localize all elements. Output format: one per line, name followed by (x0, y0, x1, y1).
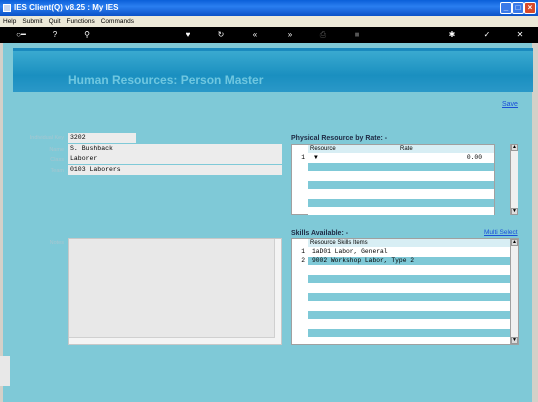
class-label: Class (50, 157, 64, 163)
col-rate-header: Rate (400, 146, 413, 152)
skills-grid-header: Resource Skills Items (308, 239, 510, 247)
key-icon[interactable]: ○━ (12, 30, 30, 40)
notes-vertical-scrollbar[interactable] (274, 239, 281, 344)
list-item[interactable] (308, 266, 510, 274)
individual-key-field[interactable]: 3202 (68, 133, 136, 143)
header-band: Human Resources: Person Master (13, 48, 533, 92)
list-item[interactable] (308, 293, 510, 301)
table-row[interactable] (308, 199, 494, 207)
stop-icon[interactable]: ■ (352, 30, 362, 40)
close-window-button[interactable]: × (524, 2, 536, 14)
notes-horizontal-scrollbar[interactable] (69, 337, 275, 344)
close-icon[interactable]: ✕ (515, 30, 525, 40)
pin-icon[interactable]: ✱ (447, 30, 457, 40)
search-icon[interactable]: ⚲ (82, 30, 92, 40)
rate-value[interactable]: 0.00 (467, 154, 482, 162)
app-icon (3, 4, 11, 12)
refresh-icon[interactable]: ↻ (216, 30, 226, 40)
window-title: IES Client(Q) v8.25 : My IES (14, 3, 119, 12)
table-row[interactable] (308, 181, 494, 189)
notes-label: Notes (49, 240, 64, 246)
notes-textarea[interactable] (68, 238, 282, 345)
list-item[interactable] (308, 275, 510, 283)
main-content: Human Resources: Person Master Save Indi… (3, 43, 533, 402)
row-number: 1 (301, 248, 305, 255)
list-item[interactable] (308, 284, 510, 292)
menu-quit[interactable]: Quit (46, 16, 64, 27)
skills-grid: Resource Skills Items 1 1aD01 Labor, Gen… (291, 238, 519, 345)
menu-submit[interactable]: Submit (19, 16, 45, 27)
scroll-up-icon[interactable]: ▲ (511, 144, 518, 151)
table-row[interactable] (308, 207, 494, 215)
scroll-down-icon[interactable]: ▼ (511, 208, 518, 215)
physical-resource-title: Physical Resource by Rate: - (291, 135, 388, 142)
skill-text: 1aD01 Labor, General (312, 248, 388, 255)
row-number: 2 (301, 257, 305, 264)
table-row[interactable]: ▼ 0.00 (308, 154, 494, 162)
col-skills-header: Resource Skills Items (310, 240, 368, 246)
physical-grid-header: Resource Rate (308, 145, 494, 153)
last-icon[interactable]: » (285, 30, 295, 40)
list-item[interactable]: 9002 Workshop Labor, Type 2 (308, 257, 510, 265)
row-number: 1 (301, 154, 305, 161)
multi-select-link[interactable]: Multi Select (484, 229, 518, 236)
table-row[interactable] (308, 190, 494, 198)
page-title: Human Resources: Person Master (68, 73, 264, 87)
menu-commands[interactable]: Commands (98, 16, 137, 27)
skills-grid-scrollbar[interactable]: ▲ ▼ (510, 239, 518, 344)
name-label: Name (49, 147, 64, 153)
window-titlebar: IES Client(Q) v8.25 : My IES _ □ × (0, 0, 538, 16)
toolbar: ○━ ? ⚲ ♥ ↻ « » ⎙ ■ ✱ ✓ ✕ (0, 27, 538, 43)
team-field[interactable]: 0103 Laborers (68, 165, 282, 175)
physical-grid-scrollbar[interactable]: ▲ ▼ (510, 144, 518, 215)
maximize-button[interactable]: □ (512, 2, 524, 14)
list-item[interactable] (308, 302, 510, 310)
menu-functions[interactable]: Functions (64, 16, 98, 27)
menu-help[interactable]: Help (0, 16, 19, 27)
table-row[interactable] (308, 172, 494, 180)
list-item[interactable] (308, 320, 510, 328)
list-item[interactable] (308, 311, 510, 319)
scroll-up-icon[interactable]: ▲ (511, 239, 518, 246)
individual-key-label: Individual Key (29, 135, 64, 141)
name-field[interactable]: S. Bushback (68, 144, 282, 154)
class-field[interactable]: Laborer (68, 154, 282, 164)
minimize-button[interactable]: _ (500, 2, 512, 14)
resource-dropdown-icon[interactable]: ▼ (314, 154, 318, 162)
scroll-down-icon[interactable]: ▼ (511, 337, 518, 344)
help-icon[interactable]: ? (50, 30, 60, 40)
table-row[interactable] (308, 163, 494, 171)
col-resource-header: Resource (310, 146, 336, 152)
first-icon[interactable]: « (250, 30, 260, 40)
skills-available-title: Skills Available: - (291, 230, 349, 237)
save-link[interactable]: Save (502, 101, 518, 108)
print-icon[interactable]: ⎙ (318, 30, 328, 40)
check-icon[interactable]: ✓ (482, 30, 492, 40)
menu-bar: Help Submit Quit Functions Commands (0, 16, 538, 27)
list-item[interactable]: 1aD01 Labor, General (308, 248, 510, 256)
skill-text: 9002 Workshop Labor, Type 2 (312, 257, 415, 264)
favorite-icon[interactable]: ♥ (183, 30, 193, 40)
team-label: Team (50, 168, 64, 174)
list-item[interactable] (308, 329, 510, 337)
physical-resource-grid: Resource Rate 1 ▼ 0.00 (291, 144, 495, 215)
side-strip (0, 356, 10, 386)
